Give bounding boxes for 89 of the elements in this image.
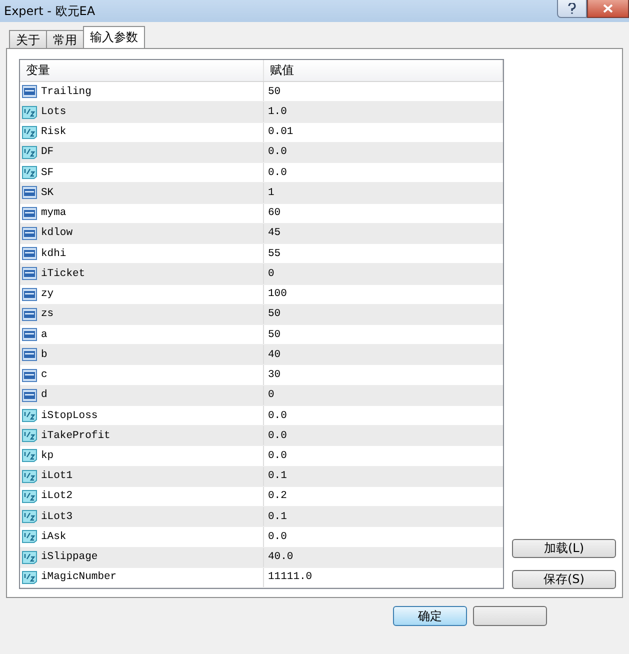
- fraction-icon: [22, 106, 37, 118]
- parameter-name: SF: [41, 166, 54, 179]
- parameter-name: kp: [41, 450, 54, 462]
- tab[interactable]: 关于: [9, 30, 47, 48]
- integer-icon: [22, 348, 37, 362]
- parameter-name: a: [41, 328, 48, 341]
- fraction-icon: [22, 126, 37, 139]
- parameter-name: c: [41, 369, 48, 382]
- fraction-icon: [22, 490, 37, 503]
- ok-button[interactable]: 确定: [393, 606, 467, 626]
- fraction-icon: [22, 510, 37, 524]
- integer-icon: [22, 368, 37, 382]
- table-cell-text: 1: [267, 186, 276, 201]
- fraction-icon: [22, 470, 37, 483]
- integer-icon: [22, 328, 37, 342]
- parameter-name: d: [41, 389, 48, 402]
- parameter-name: iStopLoss: [41, 410, 98, 422]
- parameter-name: SK: [41, 186, 54, 199]
- table-cell-text: 0: [267, 388, 276, 404]
- column-header[interactable]: 赋值: [264, 60, 503, 82]
- integer-icon: [22, 288, 37, 301]
- table-cell-text: 0.0: [267, 448, 288, 464]
- table-cell-text: 60: [267, 206, 282, 222]
- table-cell-text: 40.0: [267, 550, 294, 566]
- integer-icon: [22, 186, 37, 200]
- table-cell-text: 0.0: [267, 428, 288, 444]
- fraction-icon: [22, 530, 37, 544]
- parameter-name: zy: [41, 288, 54, 300]
- integer-icon: [22, 247, 37, 260]
- parameter-name: iTakeProfit: [41, 430, 110, 442]
- table-cell-text: 0.01: [267, 125, 294, 140]
- table-cell-text: 0.1: [267, 469, 288, 484]
- parameter-name: iLot1: [41, 470, 73, 482]
- help-button[interactable]: [557, 0, 587, 18]
- dialog-button[interactable]: 保存(S): [512, 570, 616, 589]
- fraction-icon: [22, 146, 37, 159]
- parameter-name: iSlippage: [41, 551, 98, 564]
- dialog-button[interactable]: 加载(L): [512, 539, 616, 558]
- tab[interactable]: 常用: [46, 30, 84, 48]
- parameter-name: kdlow: [41, 227, 73, 240]
- table-cell-text: 50: [267, 328, 282, 343]
- fraction-icon: [22, 449, 37, 462]
- parameter-name: iLot3: [41, 510, 73, 523]
- table-cell-text: 0.0: [267, 530, 288, 545]
- fraction-icon: [22, 550, 37, 564]
- fraction-icon: [22, 429, 37, 442]
- integer-icon: [22, 226, 37, 240]
- window-title: Expert - 欧元EA: [4, 2, 96, 20]
- parameter-name: iLot2: [41, 490, 73, 502]
- close-icon: [603, 4, 613, 13]
- parameter-name: zs: [41, 308, 54, 320]
- integer-icon: [22, 308, 37, 321]
- fraction-icon: [22, 166, 37, 180]
- table-cell-text: 30: [267, 368, 282, 384]
- fraction-icon: [22, 409, 37, 422]
- integer-icon: [22, 388, 37, 402]
- parameter-name: b: [41, 348, 48, 361]
- table-cell-text: 0.0: [267, 166, 288, 181]
- parameter-name: kdhi: [41, 248, 66, 260]
- parameter-name: iAsk: [41, 530, 66, 543]
- integer-icon: [22, 206, 37, 220]
- table-cell-text: 0.2: [267, 489, 288, 504]
- table-cell-text: 45: [267, 226, 282, 242]
- table-cell-text: 55: [267, 246, 282, 262]
- parameter-name: iTicket: [41, 268, 86, 280]
- table-cell-text: 11111.0: [267, 570, 314, 586]
- table-cell-text: 0.1: [267, 510, 288, 525]
- table-cell-text: 0.0: [267, 408, 288, 424]
- cancel-button[interactable]: [473, 606, 547, 626]
- column-header[interactable]: 变量: [20, 60, 264, 82]
- table-cell-text: 100: [267, 287, 288, 302]
- integer-icon: [22, 85, 37, 98]
- table-cell-text: 1.0: [267, 105, 288, 120]
- help-icon: [568, 3, 576, 14]
- parameter-name: DF: [41, 146, 54, 158]
- tab[interactable]: 输入参数: [83, 26, 145, 48]
- fraction-icon: [22, 570, 37, 584]
- table-cell-text: 0: [267, 266, 276, 282]
- close-button[interactable]: [587, 0, 629, 18]
- parameter-name: myma: [41, 207, 66, 220]
- parameter-name: Risk: [41, 126, 66, 138]
- table-cell-text: 0.0: [267, 145, 288, 160]
- parameter-name: Lots: [41, 106, 66, 118]
- table-cell-text: 50: [267, 84, 282, 100]
- table-cell-text: 50: [267, 307, 282, 322]
- parameter-name: Trailing: [41, 86, 92, 98]
- table-cell-text: 40: [267, 348, 282, 363]
- integer-icon: [22, 267, 37, 280]
- parameter-name: iMagicNumber: [41, 571, 117, 584]
